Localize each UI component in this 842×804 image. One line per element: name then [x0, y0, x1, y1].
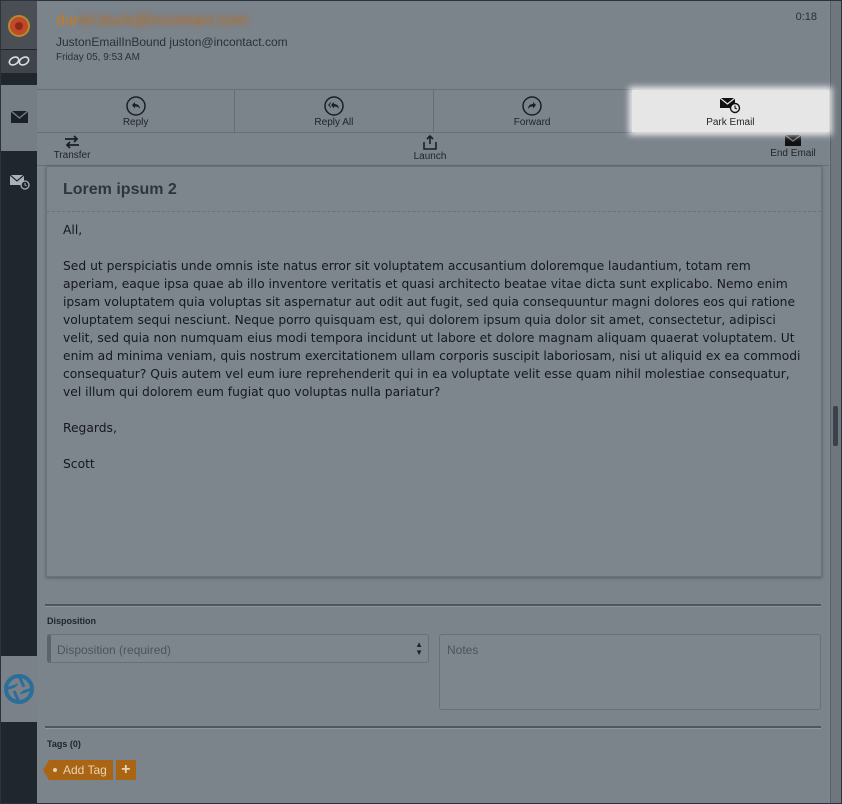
email-body: All, Sed ut perspiciatis unde omnis iste… [63, 221, 807, 491]
rail-email-tab[interactable] [1, 85, 37, 151]
mail-icon [11, 111, 28, 123]
add-tag-plus-button[interactable]: + [115, 760, 136, 780]
forward-label: Forward [513, 117, 551, 128]
secondary-toolbar: Transfer Launch End Email [37, 133, 829, 166]
reply-all-label: Reply All [314, 117, 354, 128]
from-redacted: iel.buck@incontact.com [79, 12, 249, 29]
subject-divider [47, 211, 821, 212]
disposition-placeholder: Disposition (required) [57, 643, 172, 657]
section-divider [45, 726, 821, 729]
forward-icon [522, 96, 542, 116]
transfer-icon [65, 135, 79, 149]
tags-label: Tags (0) [47, 739, 81, 749]
section-divider [45, 604, 821, 607]
select-arrows-icon: ▲ ▼ [415, 640, 423, 657]
disposition-label: Disposition [47, 616, 96, 626]
add-tag-label: Add Tag [63, 763, 107, 777]
email-header: dariel.buck@incontact.com JustonEmailInB… [37, 1, 829, 89]
tag-icon [53, 768, 57, 772]
launch-icon [423, 135, 437, 150]
app-logo-icon [4, 674, 34, 704]
notes-textarea[interactable]: Notes [439, 634, 821, 710]
email-workspace: dariel.buck@incontact.com JustonEmailInB… [37, 1, 829, 803]
transfer-button[interactable]: Transfer [52, 133, 92, 166]
reply-button[interactable]: Reply [37, 90, 236, 132]
park-email-button[interactable]: Park Email [631, 90, 829, 132]
scrollbar-thumb[interactable] [833, 406, 838, 446]
from-address: dariel.buck@incontact.com [56, 12, 248, 30]
transfer-label: Transfer [53, 150, 91, 161]
add-tag-control: Add Tag + [43, 760, 136, 780]
disposition-select[interactable]: Disposition (required) ▲ ▼ [47, 634, 429, 663]
sender-line: JustonEmailInBound juston@incontact.com [56, 35, 288, 49]
app-launcher[interactable] [1, 656, 37, 722]
email-message: Lorem ipsum 2 All, Sed ut perspiciatis u… [46, 166, 822, 577]
body-paragraph: Sed ut perspiciatis unde omnis iste natu… [63, 259, 801, 399]
body-signature: Scott [63, 457, 95, 471]
rail-parked-email[interactable] [9, 174, 30, 195]
end-email-icon [785, 135, 801, 146]
park-email-label: Park Email [706, 117, 755, 128]
link-icon [8, 56, 30, 66]
reply-all-icon [324, 96, 344, 116]
end-email-label: End Email [770, 148, 816, 159]
from-visible: dar [56, 12, 80, 29]
handle-timer: 0:18 [795, 11, 817, 23]
park-mail-icon [9, 174, 30, 190]
body-greeting: All, [63, 223, 83, 237]
add-tag-button[interactable]: Add Tag [43, 760, 113, 780]
reply-icon [125, 96, 146, 116]
vertical-scrollbar[interactable] [830, 1, 841, 803]
reply-all-button[interactable]: Reply All [235, 90, 434, 132]
received-date: Friday 05, 9:53 AM [56, 52, 140, 63]
forward-button[interactable]: Forward [434, 90, 632, 132]
status-icon [10, 17, 28, 35]
body-closing: Regards, [63, 421, 117, 435]
email-subject: Lorem ipsum 2 [63, 181, 177, 198]
status-indicator[interactable] [1, 1, 37, 49]
launch-button[interactable]: Launch [411, 133, 449, 166]
end-email-button[interactable]: End Email [767, 133, 819, 166]
park-email-icon [720, 97, 741, 114]
action-toolbar: Reply Reply All Forward Park Email [37, 89, 829, 133]
launch-label: Launch [413, 151, 447, 162]
connection-button[interactable] [1, 50, 37, 73]
reply-label: Reply [122, 117, 149, 128]
notes-placeholder: Notes [447, 643, 479, 657]
